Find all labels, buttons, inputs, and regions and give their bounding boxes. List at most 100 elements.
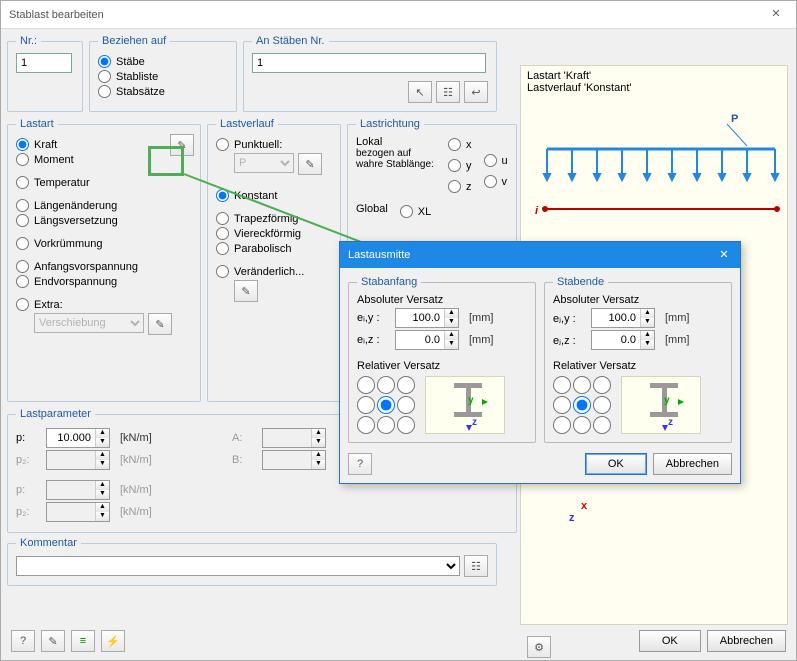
eiz-spinner[interactable]: ▲▼ [395,330,459,350]
cross-section-j: y z [621,376,701,434]
radio-anfangs[interactable] [16,260,29,273]
nr-legend: Nr.: [16,35,41,47]
modal-help-icon[interactable]: ? [348,453,372,475]
stabanfang-legend: Stabanfang [357,276,421,288]
anstaeben-input[interactable] [252,53,486,73]
radio-parabol[interactable] [216,242,229,255]
rel-grid-i[interactable] [357,376,415,434]
lastparam-legend: Lastparameter [16,408,95,420]
label-staebe: Stäbe [116,56,145,68]
modal-title: Lastausmitte [348,249,410,261]
p-spinner[interactable]: ▲▼ [46,428,110,448]
undo-icon[interactable]: ↩ [464,81,488,103]
extra-select: Verschiebung [34,313,144,333]
punktuell-edit-icon[interactable]: ✎ [298,153,322,175]
window-title: Stablast bearbeiten [9,9,104,21]
radio-kraft[interactable] [16,138,29,151]
radio-trapez[interactable] [216,212,229,225]
kommentar-select[interactable] [16,556,460,576]
preview-line2: Lastverlauf 'Konstant' [527,82,781,94]
lastausmitte-dialog: Lastausmitte ✕ Stabanfang Absoluter Vers… [339,241,741,484]
list-icon[interactable]: ☷ [436,81,460,103]
radio-stabliste[interactable] [98,70,111,83]
veraenderlich-edit-icon[interactable]: ✎ [234,280,258,302]
rel-grid-j[interactable] [553,376,611,434]
modal-ok-button[interactable]: OK [585,453,647,475]
p2a-spinner: ▲▼ [46,450,110,470]
label-vorkruemmung: Vorkrümmung [34,238,102,250]
kommentar-legend: Kommentar [16,537,81,549]
punktuell-select: P [234,153,294,173]
global-label: Global [356,203,388,220]
radio-stabsaetze[interactable] [98,85,111,98]
radio-u[interactable] [484,154,497,167]
modal-cancel-button[interactable]: Abbrechen [653,453,732,475]
calc-icon[interactable]: ≡ [71,630,95,652]
lokal-label: Lokal [356,136,436,148]
radio-x[interactable] [448,138,461,151]
abs-versatz-j: Absoluter Versatz [553,294,723,306]
pick-icon[interactable]: ↖ [408,81,432,103]
radio-laengsv[interactable] [16,214,29,227]
radio-v[interactable] [484,175,497,188]
lastverlauf-legend: Lastverlauf [216,118,278,130]
pb-spinner: ▲▼ [46,480,110,500]
label-moment: Moment [34,154,74,166]
help-icon[interactable]: ? [11,630,35,652]
label-viereck: Viereckförmig [234,228,301,240]
label-parabol: Parabolisch [234,243,291,255]
radio-veraenderlich[interactable] [216,265,229,278]
label-laengsv: Längsversetzung [34,215,118,227]
label-laengen: Längenänderung [34,200,117,212]
rel-versatz-j: Relativer Versatz [553,360,723,372]
annotation-box [148,146,184,176]
beziehen-legend: Beziehen auf [98,35,170,47]
radio-y[interactable] [448,159,461,172]
kommentar-icon[interactable]: ☷ [464,555,488,577]
ejz-spinner[interactable]: ▲▼ [591,330,655,350]
close-icon[interactable]: ✕ [762,3,790,25]
modal-close-icon[interactable]: ✕ [714,245,734,265]
main-ok-button[interactable]: OK [639,630,701,652]
radio-z[interactable] [448,180,461,193]
eiy-spinner[interactable]: ▲▼ [395,308,459,328]
bolt-icon[interactable]: ⚡ [101,630,125,652]
abs-versatz-i: Absoluter Versatz [357,294,527,306]
label-stabsaetze: Stabsätze [116,86,165,98]
radio-punktuell[interactable] [216,138,229,151]
wahre-label: bezogen auf wahre Stablänge: [356,148,436,170]
label-kraft: Kraft [34,139,57,151]
ejy-spinner[interactable]: ▲▼ [591,308,655,328]
preview-config-icon[interactable]: ⚙ [527,636,551,658]
radio-viereck[interactable] [216,227,229,240]
lastrichtung-legend: Lastrichtung [356,118,424,130]
label-anfangs: Anfangsvorspannung [34,261,138,273]
cross-section-i: y z [425,376,505,434]
radio-temperatur[interactable] [16,176,29,189]
anstaeben-legend: An Stäben Nr. [252,35,329,47]
edit-icon[interactable]: ✎ [41,630,65,652]
label-punktuell: Punktuell: [234,139,282,151]
label-extra: Extra: [34,299,63,311]
lastart-legend: Lastart [16,118,58,130]
radio-endvor[interactable] [16,275,29,288]
nr-input[interactable] [16,53,72,73]
a-spinner: ▲▼ [262,428,326,448]
main-cancel-button[interactable]: Abbrechen [707,630,786,652]
radio-laengen[interactable] [16,199,29,212]
extra-edit-icon[interactable]: ✎ [148,313,172,335]
rel-versatz-i: Relativer Versatz [357,360,527,372]
label-veraenderlich: Veränderlich... [234,266,304,278]
label-stabliste: Stabliste [116,71,158,83]
p2b-spinner: ▲▼ [46,502,110,522]
radio-vorkruemmung[interactable] [16,237,29,250]
radio-staebe[interactable] [98,55,111,68]
radio-moment[interactable] [16,153,29,166]
load-diagram: P i j [527,94,781,224]
stabende-legend: Stabende [553,276,608,288]
radio-extra[interactable] [16,298,29,311]
radio-xl[interactable] [400,205,413,218]
label-temperatur: Temperatur [34,177,90,189]
label-endvor: Endvorspannung [34,276,117,288]
svg-text:P: P [731,113,738,125]
